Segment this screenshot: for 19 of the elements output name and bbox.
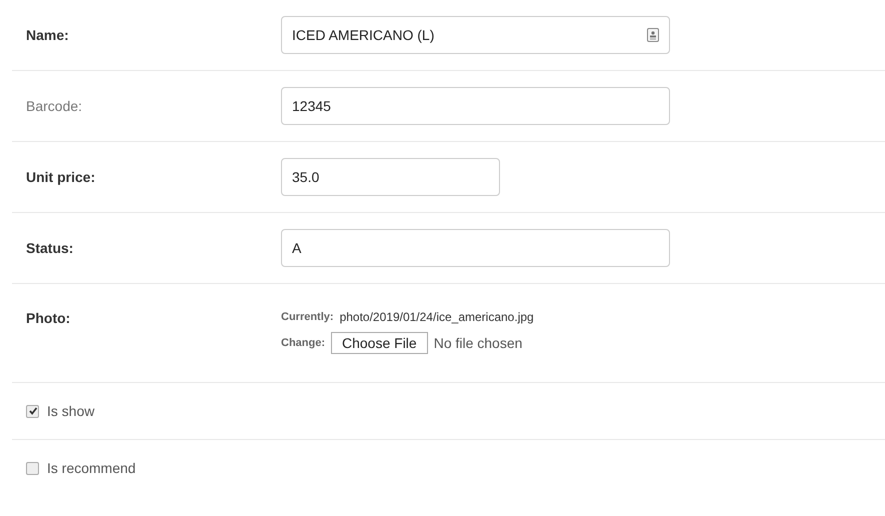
checkbox-label: Is show (47, 403, 94, 419)
text-input-field[interactable]: A (281, 229, 670, 267)
choose-file-button[interactable]: Choose File (331, 332, 428, 354)
checkbox-label: Is recommend (47, 460, 136, 476)
field-label: Unit price: (25, 169, 96, 185)
number-input-field[interactable]: 35.0 (281, 158, 500, 196)
currently-label: Currently: (281, 311, 334, 323)
contact-card-icon[interactable] (647, 28, 659, 42)
text-input-field[interactable]: ICED AMERICANO (L) (281, 16, 670, 54)
field-label: Photo: (25, 310, 72, 326)
change-label: Change: (281, 337, 325, 349)
file-status-text: No file chosen (434, 335, 522, 351)
checkbox[interactable] (26, 404, 39, 418)
checkbox[interactable] (26, 462, 39, 474)
field-label: Barcode: (25, 98, 84, 114)
text-input-field[interactable]: 12345 (281, 87, 670, 125)
file-path-link[interactable]: photo/2019/01/24/ice_americano.jpg (340, 310, 534, 324)
field-label: Status: (25, 240, 74, 256)
field-label: Name: (25, 27, 70, 43)
